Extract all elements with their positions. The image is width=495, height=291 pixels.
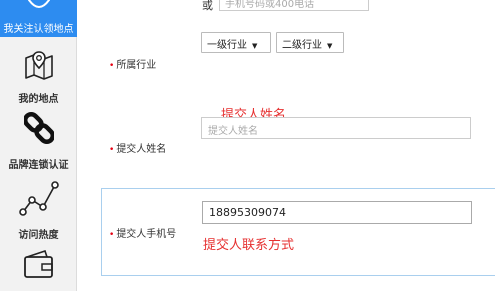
dropdown-caret-icon: ▼ <box>252 42 258 50</box>
dropdown-caret-icon: ▼ <box>327 42 333 50</box>
sidebar-item-label: 访问热度 <box>18 230 59 241</box>
industry-level2-select[interactable]: 二级行业 ▼ <box>276 32 344 53</box>
sidebar-item-my-places[interactable]: 我的地点 <box>0 48 77 105</box>
sidebar-item-label: 品牌连锁认证 <box>8 160 69 171</box>
map-icon <box>24 50 54 84</box>
trend-chart-icon <box>18 178 59 222</box>
sidebar-item-label: 我关注认领地点 <box>3 24 74 35</box>
sidebar-item-claimed-places[interactable]: 我关注认领地点 <box>0 0 77 37</box>
required-marker: • <box>109 230 115 240</box>
industry-label: • 所属行业 <box>109 60 157 71</box>
sidebar-item-visit-heat[interactable]: 访问热度 <box>0 176 77 241</box>
industry-level1-select[interactable]: 一级行业 ▼ <box>201 32 271 53</box>
or-text: 或 <box>202 0 213 12</box>
sidebar: 我关注认领地点 我的地点 品牌连锁认证 访问热度 <box>0 0 77 291</box>
submitter-name-label: • 提交人姓名 <box>109 144 167 155</box>
sidebar-item-label: 我的地点 <box>18 94 59 105</box>
required-marker: • <box>109 145 115 155</box>
submitter-name-input[interactable]: 提交人姓名 <box>201 117 471 139</box>
chain-link-icon <box>22 110 55 150</box>
sidebar-item-wallet[interactable] <box>0 248 77 291</box>
claim-form: 或 手机号码或400电话 • 所属行业 一级行业 ▼ 二级行业 ▼ 提交人姓名 提交人… <box>78 0 495 291</box>
submitter-phone-label: • 提交人手机号 <box>109 229 177 240</box>
submitter-phone-input[interactable]: 18895309074 <box>202 201 472 224</box>
shield-icon <box>26 0 52 18</box>
sidebar-item-brand-chain[interactable]: 品牌连锁认证 <box>0 108 77 172</box>
wallet-icon <box>23 249 55 284</box>
submitter-phone-annotation: 提交人联系方式 <box>203 238 295 253</box>
required-marker: • <box>109 61 115 71</box>
phone-or-400-input[interactable]: 手机号码或400电话 <box>219 0 369 11</box>
